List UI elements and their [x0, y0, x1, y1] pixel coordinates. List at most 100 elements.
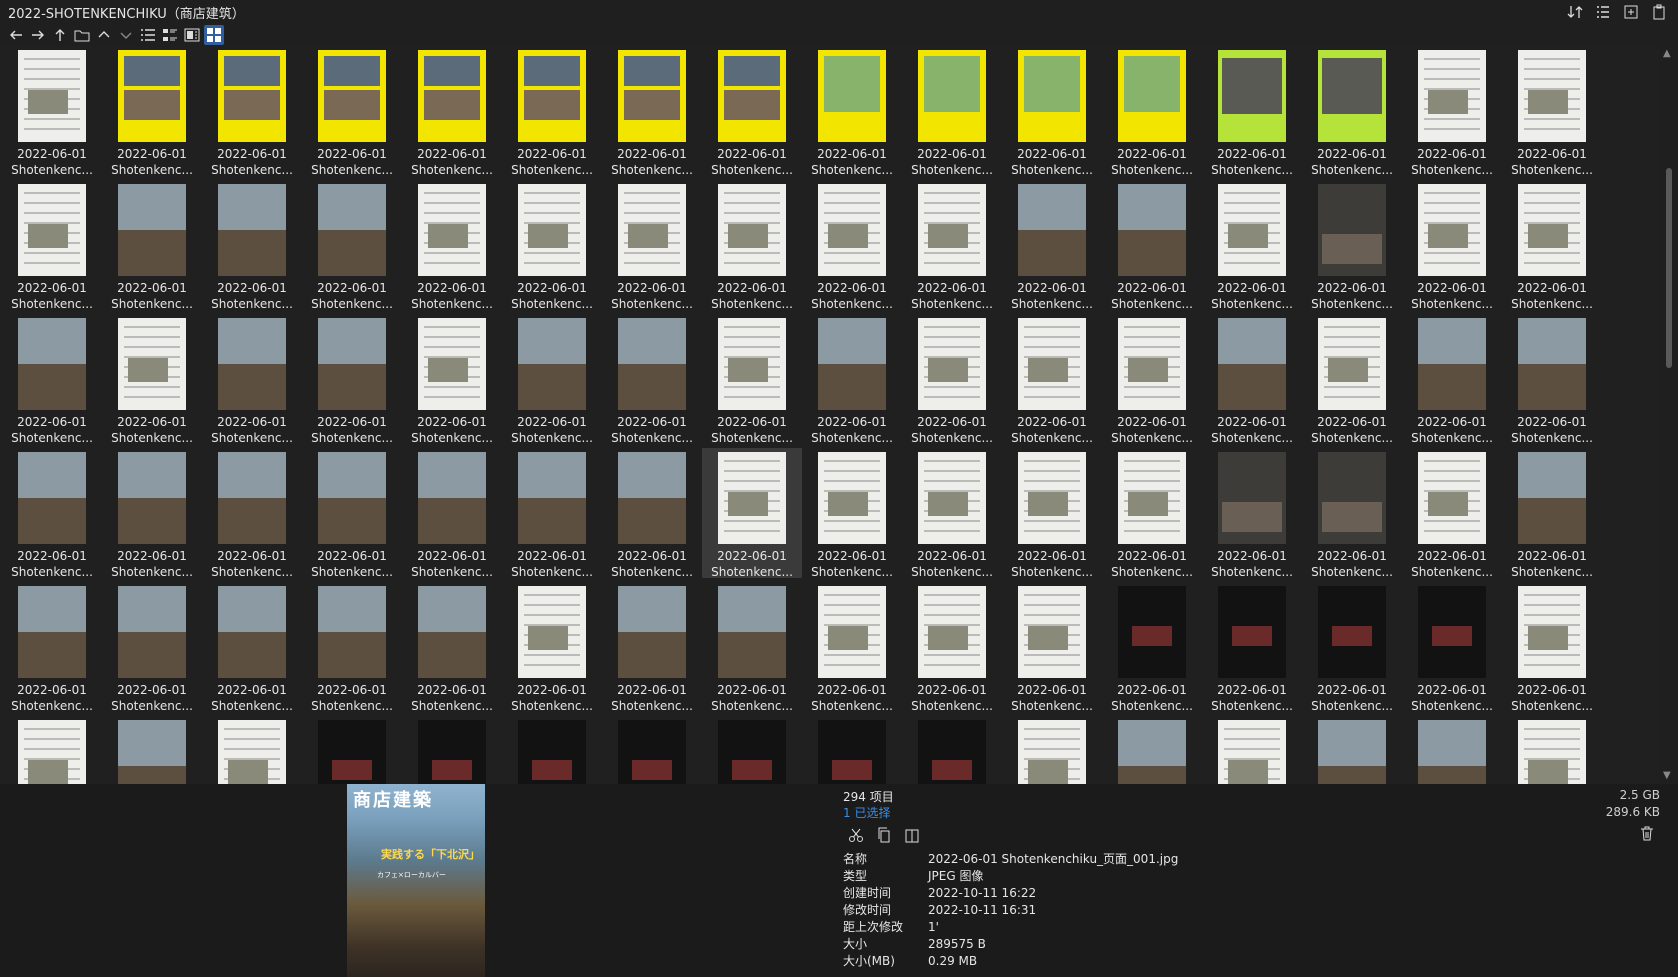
thumbnail-item[interactable]: 2022-06-01Shotenkenc... [902, 314, 1002, 445]
thumbnail-item[interactable]: 2022-06-01Shotenkenc... [1102, 46, 1202, 177]
forward-arrow-icon[interactable] [28, 25, 48, 45]
thumbnail-item[interactable]: 2022-06-01Shotenkenc... [1302, 448, 1402, 579]
thumbnail-item[interactable]: 2022-06-01Shotenkenc... [1002, 716, 1102, 784]
thumbnail-item[interactable]: 2022-06-01Shotenkenc... [602, 314, 702, 445]
thumbnail-item[interactable]: 2022-06-01Shotenkenc... [902, 46, 1002, 177]
thumbnail-item[interactable]: 2022-06-01Shotenkenc... [1402, 582, 1502, 713]
up-arrow-icon[interactable] [50, 25, 70, 45]
thumbnail-item[interactable]: 2022-06-01Shotenkenc... [1302, 46, 1402, 177]
thumbnail-item[interactable]: 2022-06-01Shotenkenc... [1002, 582, 1102, 713]
thumbnail-item[interactable]: 2022-06-01Shotenkenc... [302, 582, 402, 713]
thumbnail-item[interactable]: 2022-06-01Shotenkenc... [802, 448, 902, 579]
thumbnail-item[interactable]: 2022-06-01Shotenkenc... [1402, 716, 1502, 784]
thumbnail-item[interactable]: 2022-06-01Shotenkenc... [702, 46, 802, 177]
thumbnail-item[interactable]: 2022-06-01Shotenkenc... [102, 314, 202, 445]
thumbnail-item[interactable]: 2022-06-01Shotenkenc... [202, 448, 302, 579]
thumbnail-item[interactable]: 2022-06-01Shotenkenc... [1002, 46, 1102, 177]
thumbnail-item[interactable]: 2022-06-01Shotenkenc... [1502, 582, 1602, 713]
thumbnail-item[interactable]: 2022-06-01Shotenkenc... [502, 448, 602, 579]
thumbnail-item[interactable]: 2022-06-01Shotenkenc... [2, 448, 102, 579]
scrollbar-thumb[interactable] [1666, 168, 1672, 368]
scroll-up-icon[interactable]: ▲ [1663, 48, 1671, 59]
thumbnail-item[interactable]: 2022-06-01Shotenkenc... [2, 582, 102, 713]
thumbnail-item[interactable]: 2022-06-01Shotenkenc... [2, 46, 102, 177]
thumbnail-item[interactable]: 2022-06-01Shotenkenc... [1502, 716, 1602, 784]
thumbnail-item[interactable]: 2022-06-01Shotenkenc... [902, 448, 1002, 579]
thumbnail-item[interactable]: 2022-06-01Shotenkenc... [602, 46, 702, 177]
thumbnail-item[interactable]: 2022-06-01Shotenkenc... [1202, 314, 1302, 445]
folder-icon[interactable] [72, 25, 92, 45]
thumbnail-item[interactable]: 2022-06-01Shotenkenc... [202, 180, 302, 311]
thumbnail-item[interactable]: 2022-06-01Shotenkenc... [802, 716, 902, 784]
thumbnail-item[interactable]: 2022-06-01Shotenkenc... [802, 582, 902, 713]
paste-icon[interactable] [903, 826, 921, 844]
thumbnail-item[interactable]: 2022-06-01Shotenkenc... [1302, 314, 1402, 445]
thumbnail-item[interactable]: 2022-06-01Shotenkenc... [1002, 448, 1102, 579]
thumbnail-item[interactable]: 2022-06-01Shotenkenc... [402, 46, 502, 177]
thumbnail-item[interactable]: 2022-06-01Shotenkenc... [102, 46, 202, 177]
thumbnail-item[interactable]: 2022-06-01Shotenkenc... [1202, 716, 1302, 784]
thumbnail-item[interactable]: 2022-06-01Shotenkenc... [102, 716, 202, 784]
list-view-icon[interactable] [138, 25, 158, 45]
thumbnail-item[interactable]: 2022-06-01Shotenkenc... [402, 448, 502, 579]
preview-pane-icon[interactable] [182, 25, 202, 45]
back-arrow-icon[interactable] [6, 25, 26, 45]
thumbnail-item[interactable]: 2022-06-01Shotenkenc... [302, 314, 402, 445]
thumbnail-item[interactable]: 2022-06-01Shotenkenc... [2, 716, 102, 784]
thumbnail-item[interactable]: 2022-06-01Shotenkenc... [302, 716, 402, 784]
thumbnail-item[interactable]: 2022-06-01Shotenkenc... [1302, 180, 1402, 311]
thumbnail-item[interactable]: 2022-06-01Shotenkenc... [1002, 314, 1102, 445]
clipboard-icon[interactable] [1650, 3, 1668, 21]
thumbnail-item[interactable]: 2022-06-01Shotenkenc... [802, 180, 902, 311]
new-window-icon[interactable] [1622, 3, 1640, 21]
sort-icon[interactable] [1566, 3, 1584, 21]
cut-icon[interactable] [847, 826, 865, 844]
thumbnail-item[interactable]: 2022-06-01Shotenkenc... [602, 582, 702, 713]
thumbnail-item[interactable]: 2022-06-01Shotenkenc... [702, 716, 802, 784]
thumbnail-item[interactable]: 2022-06-01Shotenkenc... [1502, 46, 1602, 177]
thumbnail-item[interactable]: 2022-06-01Shotenkenc... [202, 582, 302, 713]
chevron-up-icon[interactable] [94, 25, 114, 45]
thumbnail-item[interactable]: 2022-06-01Shotenkenc... [302, 46, 402, 177]
thumbnail-item[interactable]: 2022-06-01Shotenkenc... [702, 448, 802, 579]
thumbnail-item[interactable]: 2022-06-01Shotenkenc... [502, 180, 602, 311]
thumbnail-item[interactable]: 2022-06-01Shotenkenc... [1502, 180, 1602, 311]
vertical-scrollbar[interactable]: ▲ ▼ [1660, 46, 1678, 784]
thumbnail-item[interactable]: 2022-06-01Shotenkenc... [902, 716, 1002, 784]
thumbnail-item[interactable]: 2022-06-01Shotenkenc... [702, 582, 802, 713]
detail-view-icon[interactable] [160, 25, 180, 45]
thumbnail-item[interactable]: 2022-06-01Shotenkenc... [902, 582, 1002, 713]
scroll-down-icon[interactable]: ▼ [1663, 770, 1671, 781]
thumbnail-item[interactable]: 2022-06-01Shotenkenc... [1402, 46, 1502, 177]
trash-icon[interactable] [1638, 824, 1656, 842]
thumbnail-item[interactable]: 2022-06-01Shotenkenc... [702, 314, 802, 445]
thumbnail-item[interactable]: 2022-06-01Shotenkenc... [1102, 448, 1202, 579]
thumbnail-item[interactable]: 2022-06-01Shotenkenc... [1502, 314, 1602, 445]
thumbnail-item[interactable]: 2022-06-01Shotenkenc... [1102, 582, 1202, 713]
thumbnail-item[interactable]: 2022-06-01Shotenkenc... [602, 716, 702, 784]
selected-count[interactable]: 1 已选择 [843, 804, 890, 821]
thumbnail-item[interactable]: 2022-06-01Shotenkenc... [202, 46, 302, 177]
thumbnail-view-icon[interactable] [204, 25, 224, 45]
thumbnail-item[interactable]: 2022-06-01Shotenkenc... [1002, 180, 1102, 311]
thumbnail-item[interactable]: 2022-06-01Shotenkenc... [402, 582, 502, 713]
thumbnail-item[interactable]: 2022-06-01Shotenkenc... [402, 314, 502, 445]
thumbnail-item[interactable]: 2022-06-01Shotenkenc... [1402, 314, 1502, 445]
thumbnail-item[interactable]: 2022-06-01Shotenkenc... [1102, 716, 1202, 784]
thumbnail-item[interactable]: 2022-06-01Shotenkenc... [1502, 448, 1602, 579]
thumbnail-item[interactable]: 2022-06-01Shotenkenc... [502, 314, 602, 445]
thumbnail-item[interactable]: 2022-06-01Shotenkenc... [1102, 314, 1202, 445]
thumbnail-item[interactable]: 2022-06-01Shotenkenc... [1202, 448, 1302, 579]
thumbnail-item[interactable]: 2022-06-01Shotenkenc... [602, 448, 702, 579]
thumbnail-item[interactable]: 2022-06-01Shotenkenc... [702, 180, 802, 311]
thumbnail-item[interactable]: 2022-06-01Shotenkenc... [1102, 180, 1202, 311]
copy-icon[interactable] [875, 826, 893, 844]
thumbnail-item[interactable]: 2022-06-01Shotenkenc... [502, 46, 602, 177]
thumbnail-item[interactable]: 2022-06-01Shotenkenc... [602, 180, 702, 311]
chevron-down-icon[interactable] [116, 25, 136, 45]
thumbnail-item[interactable]: 2022-06-01Shotenkenc... [102, 448, 202, 579]
thumbnail-item[interactable]: 2022-06-01Shotenkenc... [1302, 582, 1402, 713]
thumbnail-item[interactable]: 2022-06-01Shotenkenc... [802, 314, 902, 445]
thumbnail-item[interactable]: 2022-06-01Shotenkenc... [202, 716, 302, 784]
details-view-icon[interactable] [1594, 3, 1612, 21]
